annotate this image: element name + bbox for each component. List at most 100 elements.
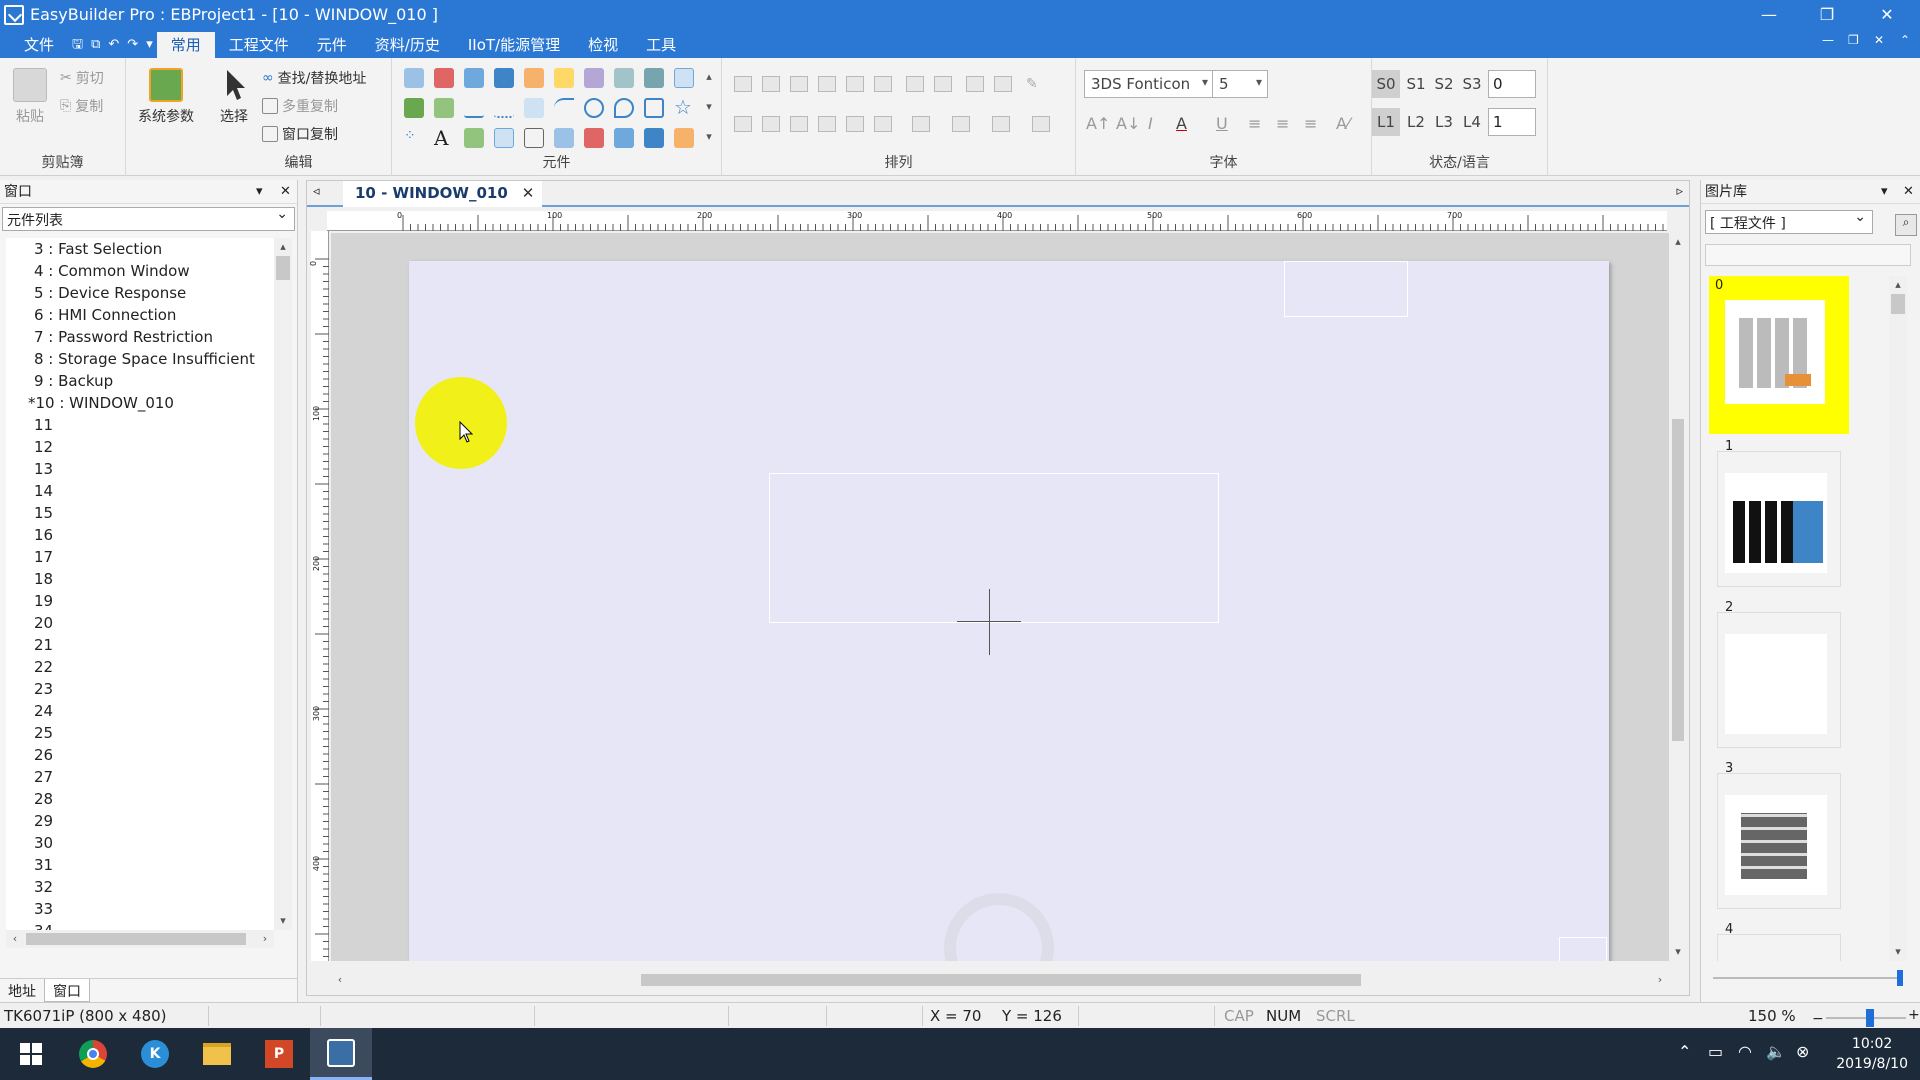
find-replace-button[interactable]: ∞ 查找/替换地址 bbox=[262, 68, 366, 88]
layer-icon[interactable] bbox=[912, 116, 930, 132]
minimize-button[interactable]: — bbox=[1740, 0, 1798, 29]
tree-item[interactable]: 16 bbox=[6, 524, 274, 546]
canvas-scroll-up-icon[interactable]: ▴ bbox=[1669, 233, 1687, 251]
distribute-h-icon[interactable] bbox=[734, 116, 752, 132]
save-all-icon[interactable]: ⧉ bbox=[87, 32, 104, 58]
tree-item[interactable]: 28 bbox=[6, 788, 274, 810]
frame-icon[interactable] bbox=[494, 128, 514, 148]
same-width-icon[interactable] bbox=[906, 76, 924, 92]
cut-button[interactable]: ✂ 剪切 bbox=[60, 68, 104, 88]
library-scroll-down-icon[interactable]: ▾ bbox=[1889, 943, 1907, 961]
numeric-icon[interactable] bbox=[494, 68, 514, 88]
tab-window[interactable]: 窗口 bbox=[44, 979, 90, 1002]
undo-icon[interactable]: ↶ bbox=[104, 32, 123, 58]
state-s2-button[interactable]: S2 bbox=[1430, 70, 1458, 98]
align-bottom-icon[interactable] bbox=[874, 76, 892, 92]
canvas-scroll-down-icon[interactable]: ▾ bbox=[1669, 943, 1687, 961]
thumbnail-size-slider[interactable] bbox=[1713, 977, 1903, 979]
tree-hscrollbar[interactable]: ‹ › bbox=[6, 930, 274, 948]
mdi-close-icon[interactable]: ✕ bbox=[1874, 33, 1884, 47]
scroll-down-icon[interactable]: ▾ bbox=[274, 912, 292, 930]
canvas-vscrollbar[interactable]: ▴ ▾ bbox=[1669, 233, 1687, 961]
customize-qat-icon[interactable]: ▾ bbox=[142, 32, 157, 58]
connector-icon[interactable] bbox=[524, 98, 544, 118]
tree-item[interactable]: 26 bbox=[6, 744, 274, 766]
star-icon[interactable]: ☆ bbox=[674, 97, 694, 118]
indicator-icon[interactable] bbox=[554, 128, 574, 148]
select-button[interactable]: 选择 bbox=[216, 68, 252, 126]
canvas-hscrollbar[interactable]: ‹ › bbox=[331, 971, 1669, 989]
tree-hscroll-thumb[interactable] bbox=[26, 933, 246, 945]
function-key-icon[interactable] bbox=[524, 68, 544, 88]
tree-item[interactable]: 24 bbox=[6, 700, 274, 722]
grid-icon[interactable] bbox=[524, 128, 544, 148]
tree-item[interactable]: 21 bbox=[6, 634, 274, 656]
library-search-icon[interactable]: ⌕ bbox=[1895, 214, 1917, 236]
window-canvas[interactable] bbox=[409, 261, 1609, 961]
numeric-input-icon[interactable] bbox=[644, 128, 664, 148]
tree-item[interactable]: 18 bbox=[6, 568, 274, 590]
circle-icon[interactable] bbox=[584, 98, 604, 118]
text-icon[interactable]: A bbox=[434, 128, 454, 148]
multi-copy-button[interactable]: 多重复制 bbox=[262, 96, 338, 116]
tree-item[interactable]: 12 bbox=[6, 436, 274, 458]
tree-vscroll-thumb[interactable] bbox=[276, 256, 290, 280]
canvas-vscroll-thumb[interactable] bbox=[1672, 419, 1684, 741]
library-vscrollbar[interactable]: ▴ ▾ bbox=[1889, 276, 1907, 961]
tree-item[interactable]: 23 bbox=[6, 678, 274, 700]
table-icon[interactable] bbox=[674, 68, 694, 88]
align-text-left-icon[interactable]: ≡ bbox=[1248, 114, 1261, 133]
window-copy-button[interactable]: 窗口复制 bbox=[262, 124, 338, 144]
thumbnail-item[interactable]: 2 bbox=[1709, 598, 1849, 756]
language-spinner[interactable]: 1 bbox=[1488, 108, 1536, 136]
system-params-button[interactable]: 系统参数 bbox=[132, 68, 200, 126]
keypad-icon[interactable] bbox=[614, 128, 634, 148]
tree-item[interactable]: 4 : Common Window bbox=[6, 260, 274, 282]
library-dropdown-icon[interactable]: ▾ bbox=[1881, 180, 1888, 204]
tab-close-icon[interactable]: ✕ bbox=[522, 184, 535, 202]
italic-icon[interactable]: I bbox=[1148, 114, 1153, 133]
tree-item[interactable]: 32 bbox=[6, 876, 274, 898]
font-family-select[interactable]: 3DS Fonticon bbox=[1084, 70, 1214, 98]
tree-item[interactable]: 22 bbox=[6, 656, 274, 678]
library-filter-input[interactable] bbox=[1705, 244, 1911, 266]
powerpoint-icon[interactable]: P bbox=[248, 1028, 310, 1080]
wifi-icon[interactable]: ◠ bbox=[1738, 1042, 1752, 1061]
font-grow-icon[interactable]: A↑ bbox=[1086, 114, 1110, 133]
tab-scroll-left-icon[interactable]: ◃ bbox=[313, 184, 320, 199]
file-explorer-icon[interactable] bbox=[186, 1028, 248, 1080]
copy-button[interactable]: ⎘ 复制 bbox=[60, 96, 103, 116]
tree-item[interactable]: 15 bbox=[6, 502, 274, 524]
menu-iiot[interactable]: IIoT/能源管理 bbox=[454, 32, 574, 58]
bit-lamp-icon[interactable] bbox=[404, 68, 424, 88]
space-v-icon[interactable] bbox=[818, 116, 836, 132]
objects-scroll-down-icon[interactable]: ▾ bbox=[700, 98, 718, 116]
tree-item[interactable]: 31 bbox=[6, 854, 274, 876]
font-color-icon[interactable]: A bbox=[1176, 114, 1187, 133]
menu-view[interactable]: 检视 bbox=[574, 32, 632, 58]
rectangle-icon[interactable] bbox=[644, 98, 664, 118]
paste-button[interactable]: 粘贴 bbox=[10, 68, 50, 126]
align-text-center-icon[interactable]: ≡ bbox=[1276, 114, 1289, 133]
mdi-restore-icon[interactable]: ❐ bbox=[1848, 33, 1859, 47]
lang-l3-button[interactable]: L3 bbox=[1430, 108, 1458, 136]
pie-icon[interactable] bbox=[614, 98, 634, 118]
tree-item[interactable]: 5 : Device Response bbox=[6, 282, 274, 304]
toggle-icon[interactable] bbox=[554, 68, 574, 88]
alarm-icon[interactable] bbox=[584, 128, 604, 148]
canvas-hscroll-thumb[interactable] bbox=[641, 974, 1361, 986]
ascii-icon[interactable] bbox=[404, 98, 424, 118]
font-size-select[interactable]: 5 bbox=[1212, 70, 1268, 98]
chart-icon[interactable] bbox=[434, 98, 454, 118]
align-right-icon[interactable] bbox=[790, 76, 808, 92]
align-middle-icon[interactable] bbox=[846, 76, 864, 92]
app-icon[interactable] bbox=[4, 4, 24, 25]
ungroup-icon[interactable] bbox=[992, 116, 1010, 132]
scatter-icon[interactable]: ⁘ bbox=[404, 128, 424, 148]
menu-data-history[interactable]: 资料/历史 bbox=[361, 32, 454, 58]
tree-item[interactable]: 6 : HMI Connection bbox=[6, 304, 274, 326]
tree-item[interactable]: 30 bbox=[6, 832, 274, 854]
zoom-in-icon[interactable]: + bbox=[1908, 1007, 1920, 1023]
menu-project[interactable]: 工程文件 bbox=[215, 32, 303, 58]
canvas-selection-box[interactable] bbox=[769, 473, 1219, 623]
